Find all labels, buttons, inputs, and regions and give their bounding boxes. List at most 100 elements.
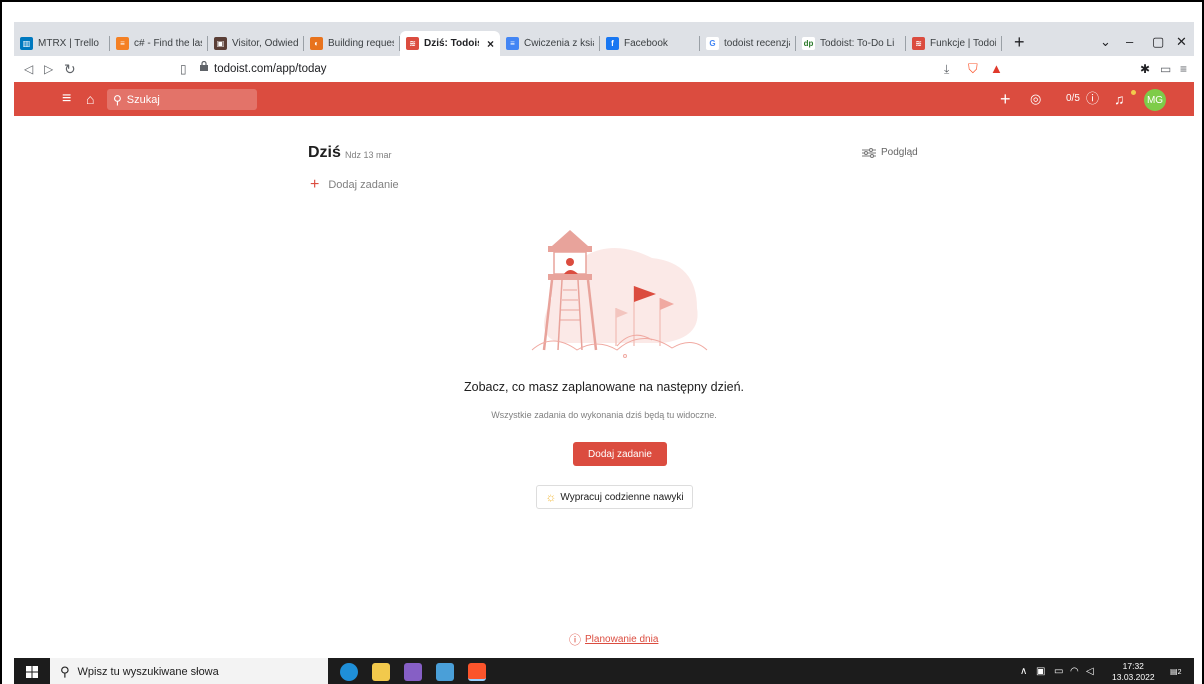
- taskbar-search-input[interactable]: ⚲ Wpisz tu wyszukiwane słowa: [50, 658, 328, 684]
- build-habits-label: Wypracuj codzienne nawyki: [560, 491, 684, 503]
- browser-tab-label: c# - Find the last: [134, 38, 202, 49]
- search-placeholder: Szukaj: [126, 93, 160, 106]
- page-date: Ndz 13 mar: [345, 150, 392, 160]
- install-icon[interactable]: ⤓: [944, 60, 949, 78]
- add-task-button[interactable]: Dodaj zadanie: [573, 442, 667, 466]
- todoist-icon: ≋: [912, 37, 925, 50]
- reload-icon[interactable]: ↻: [64, 60, 76, 78]
- notification-dot: [1131, 90, 1136, 95]
- address-bar[interactable]: todoist.com/app/today: [214, 60, 327, 78]
- browser-tab[interactable]: ▥ MTRX | Trello: [14, 31, 110, 56]
- new-tab-button[interactable]: +: [1014, 31, 1025, 53]
- windows-taskbar: ⚲ Wpisz tu wyszukiwane słowa ∧ ▣ ▭ ◠ ◁ 1…: [14, 658, 1194, 684]
- edge-icon[interactable]: [340, 663, 358, 681]
- system-clock[interactable]: 17:32 13.03.2022: [1112, 661, 1155, 683]
- browser-tab-label: Dziś: Todoist: [424, 38, 479, 49]
- empty-state-heading: Zobacz, co masz zaplanowane na następny …: [463, 380, 745, 394]
- browser-tab-strip: ▥ MTRX | Trello ≡ c# - Find the last ▣ Visito…: [14, 22, 1194, 56]
- add-task-label: Dodaj zadanie: [328, 179, 399, 191]
- browser-tab[interactable]: ▣ Visitor, Odwiedza: [208, 31, 304, 56]
- google-icon: G: [706, 37, 719, 50]
- build-habits-button[interactable]: ☼ Wypracuj codzienne nawyki: [536, 485, 693, 509]
- browser-tab-label: Visitor, Odwiedza: [232, 38, 298, 49]
- sliders-icon: [862, 147, 876, 158]
- app-header: ≡ ⌂ ⚲ Szukaj + ◎ 0/5 ⓘ ♫ MG: [14, 82, 1194, 116]
- stackoverflow-icon: ≡: [116, 37, 129, 50]
- trello-icon: ▥: [20, 37, 33, 50]
- app-icon[interactable]: [436, 663, 454, 681]
- hamburger-menu-icon[interactable]: ≡: [62, 82, 71, 116]
- plan-day-label: Planowanie dnia: [585, 634, 659, 645]
- close-window-icon[interactable]: ✕: [1176, 31, 1187, 53]
- brave-icon[interactable]: [468, 663, 486, 681]
- chevron-down-icon[interactable]: ⌄: [1100, 31, 1111, 53]
- avatar[interactable]: MG: [1144, 89, 1166, 111]
- maximize-icon[interactable]: ▢: [1152, 31, 1164, 53]
- lock-icon: [200, 61, 208, 71]
- close-tab-icon[interactable]: ×: [487, 37, 494, 51]
- productivity-icon[interactable]: ◎: [1030, 82, 1041, 116]
- extensions-icon[interactable]: ✱: [1140, 60, 1150, 78]
- browser-tab[interactable]: Gtodoist recenzja: [700, 31, 796, 56]
- wifi-icon[interactable]: ◠: [1070, 658, 1079, 684]
- browser-tab-label: MTRX | Trello: [38, 38, 99, 49]
- plan-day-link[interactable]: ⓘ Planowanie dnia: [569, 631, 658, 648]
- browser-tab-label: Facebook: [624, 38, 668, 49]
- bookmark-icon[interactable]: ▯: [180, 60, 187, 78]
- browser-navbar: ◁ ▷ ↻ ▯ todoist.com/app/today ⤓ ⛉ ▲ ✱ ▭ …: [14, 56, 1194, 82]
- visual-studio-icon[interactable]: [404, 663, 422, 681]
- tray-app-icon[interactable]: ▣: [1036, 658, 1045, 684]
- site-icon: ▣: [214, 37, 227, 50]
- dp-icon: dp: [802, 37, 815, 50]
- screen: ▥ MTRX | Trello ≡ c# - Find the last ▣ Visito…: [0, 0, 1204, 684]
- view-options-button[interactable]: Podgląd: [862, 147, 918, 158]
- browser-tab[interactable]: ≋ Funkcje | Todoist: [906, 31, 1002, 56]
- plus-icon: +: [310, 176, 320, 193]
- wallet-icon[interactable]: ▭: [1160, 60, 1171, 78]
- view-options-label: Podgląd: [881, 147, 918, 158]
- search-icon: ⚲: [60, 664, 70, 679]
- menu-icon[interactable]: ≡: [1180, 60, 1187, 78]
- search-input[interactable]: ⚲ Szukaj: [107, 89, 257, 110]
- browser-tab-label: Todoist: To-Do Li: [820, 38, 895, 49]
- minimize-icon[interactable]: –: [1126, 31, 1133, 53]
- tray-chevron-icon[interactable]: ∧: [1020, 658, 1027, 684]
- empty-state-description: Wszystkie zadania do wykonania dziś będą…: [491, 410, 717, 420]
- quick-add-icon[interactable]: +: [1000, 82, 1011, 116]
- back-icon[interactable]: ◁: [24, 60, 33, 78]
- browser-tab[interactable]: ◐ Building request: [304, 31, 400, 56]
- browser-tab-label: Ćwiczenia z ksiaz: [524, 38, 594, 49]
- browser-tab-label: todoist recenzja: [724, 38, 790, 49]
- notification-center-icon[interactable]: ▤2: [1170, 658, 1181, 684]
- karma-counter[interactable]: 0/5: [1066, 82, 1080, 116]
- main-content: Dziś Ndz 13 mar Podgląd + Dodaj zadanie: [14, 116, 1194, 658]
- browser-tab[interactable]: ≡ Ćwiczenia z ksiaz: [500, 31, 600, 56]
- clock-time: 17:32: [1122, 661, 1144, 671]
- empty-state-illustration: [531, 230, 708, 358]
- taskbar-search-placeholder: Wpisz tu wyszukiwane słowa: [77, 666, 219, 678]
- home-icon[interactable]: ⌂: [86, 82, 94, 116]
- lightbulb-icon: ☼: [545, 490, 557, 504]
- volume-icon[interactable]: ◁: [1086, 658, 1094, 684]
- file-explorer-icon[interactable]: [372, 663, 390, 681]
- search-icon: ⚲: [113, 92, 122, 107]
- clock-date: 13.03.2022: [1112, 672, 1155, 682]
- page-title: Dziś: [308, 144, 341, 161]
- help-icon[interactable]: ⓘ: [1086, 82, 1099, 116]
- browser-tab-label: Funkcje | Todoist: [930, 38, 996, 49]
- battery-icon[interactable]: ▭: [1054, 658, 1063, 684]
- docs-icon: ≡: [506, 37, 519, 50]
- browser-tab[interactable]: f Facebook: [600, 31, 700, 56]
- brave-shield-icon[interactable]: ⛉: [968, 60, 978, 78]
- brave-rewards-icon[interactable]: ▲: [990, 60, 1003, 78]
- refactoring-icon: ◐: [310, 37, 323, 50]
- facebook-icon: f: [606, 37, 619, 50]
- bell-icon[interactable]: ♫: [1114, 82, 1125, 116]
- forward-icon[interactable]: ▷: [44, 60, 53, 78]
- browser-tab[interactable]: ≋ Dziś: Todoist ×: [400, 31, 500, 56]
- browser-tab[interactable]: dp Todoist: To-Do Li: [796, 31, 906, 56]
- add-task-inline-button[interactable]: + Dodaj zadanie: [310, 176, 399, 193]
- browser-tab[interactable]: ≡ c# - Find the last: [110, 31, 208, 56]
- browser-tab-label: Building request: [328, 38, 394, 49]
- windows-start-icon[interactable]: [26, 666, 38, 678]
